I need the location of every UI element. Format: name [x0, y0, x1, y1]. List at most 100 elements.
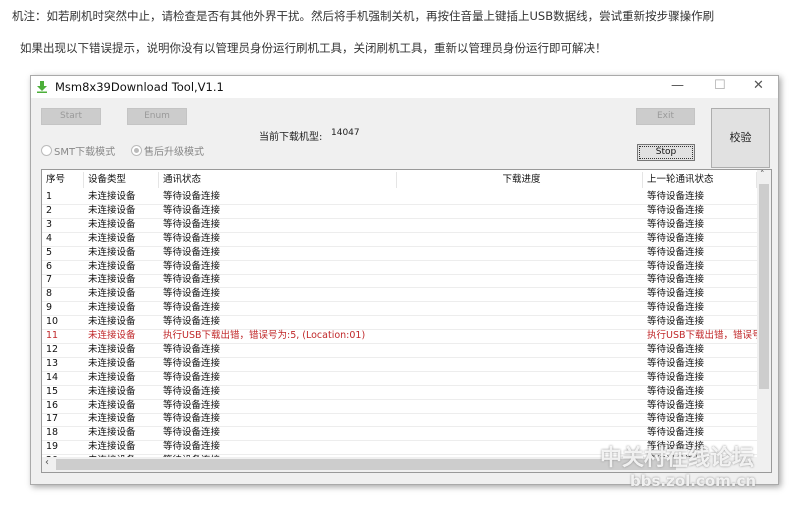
model-label: 当前下载机型:: [259, 132, 323, 143]
download-app-icon: [37, 81, 47, 93]
table-row[interactable]: 10 未连接设备 等待设备连接 等待设备连接: [42, 315, 757, 331]
enum-button[interactable]: Enum: [127, 108, 187, 125]
table-cell: 等待设备连接: [647, 357, 705, 369]
table-cell: 未连接设备: [88, 274, 136, 286]
table-row[interactable]: 14 未连接设备 等待设备连接 等待设备连接: [42, 371, 757, 386]
table-cell: 未连接设备: [88, 330, 136, 341]
table-row[interactable]: 1 未连接设备 等待设备连接 等待设备连接: [42, 190, 757, 205]
table-cell: 等待设备连接: [647, 274, 705, 286]
table-cell: 未连接设备: [88, 316, 136, 328]
table-cell: 等待设备连接: [647, 246, 705, 258]
table-cell: 13: [46, 357, 59, 369]
table-cell: 未连接设备: [88, 357, 136, 369]
table-cell: 等待设备连接: [647, 371, 705, 383]
table-row[interactable]: 17 未连接设备 等待设备连接 等待设备连接: [42, 412, 757, 428]
table-row[interactable]: 12 未连接设备 等待设备连接 等待设备连接: [42, 343, 757, 358]
table-cell: 等待设备连接: [647, 316, 705, 328]
table-cell: 未连接设备: [88, 371, 136, 383]
table-row[interactable]: 11 未连接设备 执行USB下载出错，错误号为:5, (Location:01) 执行…: [42, 329, 757, 344]
table-cell: 未连接设备: [88, 441, 136, 453]
verify-button[interactable]: 校验: [711, 108, 770, 168]
watermark-url: bbs.zol.com.cn: [630, 472, 757, 490]
table-cell: 未连接设备: [88, 260, 136, 272]
table-cell: 11: [46, 330, 59, 341]
table-cell: 等待设备连接: [647, 427, 705, 439]
smt-mode-label: SMT下载模式: [54, 147, 116, 158]
start-button[interactable]: Start: [41, 108, 101, 125]
table-cell: 未连接设备: [88, 385, 136, 397]
table-cell: 等待设备连接: [163, 413, 221, 425]
table-cell: 等待设备连接: [647, 399, 705, 411]
table-cell: 等待设备连接: [163, 427, 221, 439]
table-cell: 未连接设备: [88, 246, 136, 258]
smt-mode-radio[interactable]: SMT下载模式: [41, 143, 115, 158]
table-cell: 19: [46, 441, 59, 453]
note-line-1: 机注：如若刷机时突然中止，请检查是否有其他外界干扰。然后将手机强制关机，再按住音…: [12, 9, 715, 23]
table-cell: 等待设备连接: [647, 343, 705, 355]
vertical-scroll-thumb[interactable]: [759, 184, 769, 389]
table-cell: 等待设备连接: [647, 302, 705, 314]
table-cell: 等待设备连接: [647, 232, 705, 244]
stop-button[interactable]: Stop: [637, 144, 695, 161]
table-cell: 等待设备连接: [163, 232, 221, 244]
table-row[interactable]: 5 未连接设备 等待设备连接 等待设备连接: [42, 246, 757, 261]
table-row[interactable]: 2 未连接设备 等待设备连接 等待设备连接: [42, 204, 757, 219]
radio-selected-icon: [131, 145, 142, 156]
table-row[interactable]: 8 未连接设备 等待设备连接 等待设备连接: [42, 287, 757, 303]
col-index[interactable]: 序号: [42, 172, 84, 188]
col-device-type[interactable]: 设备类型: [84, 172, 159, 188]
table-cell: 等待设备连接: [163, 260, 221, 272]
table-cell: 未连接设备: [88, 302, 136, 314]
table-cell: 16: [46, 399, 59, 411]
table-row[interactable]: 9 未连接设备 等待设备连接 等待设备连接: [42, 301, 757, 317]
table-cell: 12: [46, 343, 59, 355]
table-cell: 等待设备连接: [163, 441, 221, 453]
exit-button[interactable]: Exit: [636, 108, 695, 125]
device-table: 序号 设备类型 通讯状态 下载进度 上一轮通讯状态 1 未连接设备 等待设备连接 等待…: [41, 169, 772, 473]
table-cell: 等待设备连接: [163, 302, 221, 314]
vertical-scrollbar[interactable]: ˄: [757, 170, 771, 457]
aftersale-mode-radio[interactable]: 售后升级模式: [131, 143, 204, 158]
table-cell: 等待设备连接: [163, 316, 221, 328]
horizontal-scroll-thumb[interactable]: [56, 459, 676, 470]
watermark-text: 中关村在线论坛: [600, 446, 755, 471]
scroll-up-icon[interactable]: ˄: [760, 170, 765, 180]
watermark: 中关村在线论坛 bbs.zol.com.cn: [600, 440, 756, 490]
table-row[interactable]: 4 未连接设备 等待设备连接 等待设备连接: [42, 232, 757, 247]
table-cell: 等待设备连接: [163, 357, 221, 369]
scroll-left-icon[interactable]: ‹: [45, 457, 49, 468]
col-comm-status[interactable]: 通讯状态: [159, 172, 397, 188]
table-cell: 等待设备连接: [647, 191, 705, 202]
table-cell: 等待设备连接: [647, 260, 705, 272]
table-cell: 6: [46, 260, 53, 272]
table-cell: 未连接设备: [88, 399, 136, 411]
window-title: Msm8x39Download Tool,V1.1: [55, 80, 224, 94]
table-cell: 4: [46, 232, 53, 244]
table-cell: 2: [46, 204, 53, 216]
col-last-status[interactable]: 上一轮通讯状态: [643, 172, 757, 188]
table-row[interactable]: 15 未连接设备 等待设备连接 等待设备连接: [42, 385, 757, 400]
table-row[interactable]: 13 未连接设备 等待设备连接 等待设备连接: [42, 357, 757, 372]
close-button[interactable]: ✕: [753, 78, 764, 93]
table-cell: 等待设备连接: [163, 385, 221, 397]
table-row[interactable]: 7 未连接设备 等待设备连接 等待设备连接: [42, 273, 757, 289]
table-cell: 未连接设备: [88, 232, 136, 244]
table-row[interactable]: 6 未连接设备 等待设备连接 等待设备连接: [42, 260, 757, 275]
table-row[interactable]: 16 未连接设备 等待设备连接 等待设备连接: [42, 399, 757, 414]
table-cell: 等待设备连接: [647, 288, 705, 300]
table-cell: 等待设备连接: [163, 191, 221, 202]
table-row[interactable]: 3 未连接设备 等待设备连接 等待设备连接: [42, 218, 757, 233]
table-cell: 等待设备连接: [647, 204, 705, 216]
table-cell: 7: [46, 274, 53, 286]
model-value: 14047: [331, 128, 360, 138]
aftersale-mode-label: 售后升级模式: [144, 147, 204, 158]
radio-icon: [41, 145, 52, 156]
table-cell: 等待设备连接: [163, 218, 221, 230]
table-cell: 等待设备连接: [163, 246, 221, 258]
table-cell: 未连接设备: [88, 288, 136, 300]
table-cell: 14: [46, 371, 59, 383]
minimize-button[interactable]: —: [671, 78, 684, 93]
table-cell: 3: [46, 218, 53, 230]
maximize-button[interactable]: ☐: [714, 78, 726, 93]
col-progress[interactable]: 下载进度: [397, 172, 643, 188]
